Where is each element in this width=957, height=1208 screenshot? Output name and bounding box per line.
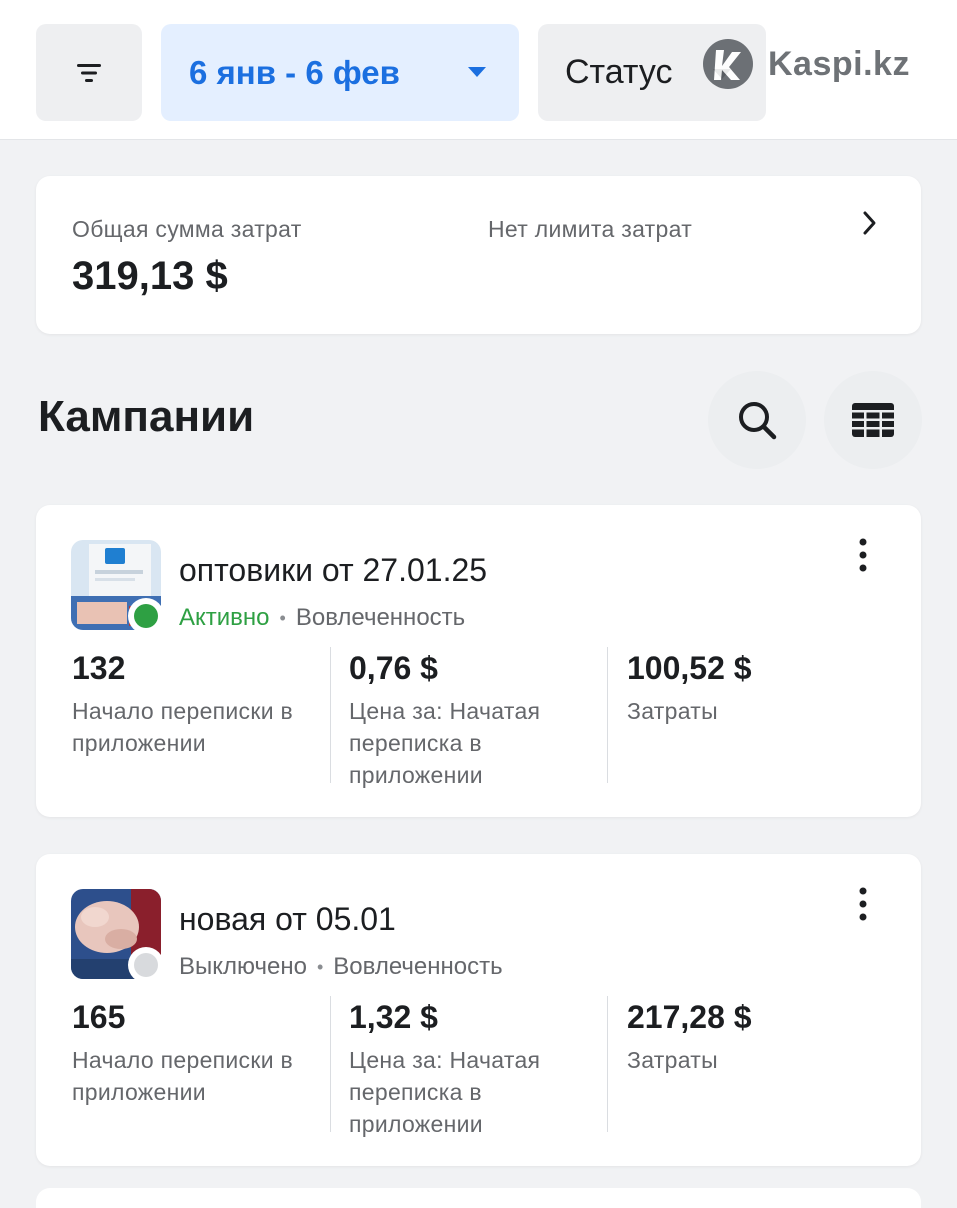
filter-bar: 6 янв - 6 фев Статус Kaspi.kz (0, 0, 957, 140)
status-dot (134, 953, 158, 977)
metric-label: Цена за: Начатая переписка в приложении (349, 1047, 541, 1137)
date-range-dropdown[interactable]: 6 янв - 6 фев (161, 24, 519, 121)
caret-down-icon (468, 67, 486, 77)
table-icon (852, 403, 894, 437)
metric-spend: 217,28 $ Затраты (627, 999, 877, 1076)
spend-summary-card[interactable]: Общая сумма затрат 319,13 $ Нет лимита з… (36, 176, 921, 334)
status-indicator (128, 947, 164, 983)
metric-cost-per-result: 0,76 $ Цена за: Начатая переписка в прил… (349, 650, 599, 791)
campaign-name[interactable]: оптовики от 27.01.25 (179, 552, 487, 589)
metric-label: Начало переписки в приложении (72, 698, 294, 756)
campaign-name[interactable]: новая от 05.01 (179, 901, 396, 938)
metric-divider (330, 647, 331, 783)
search-icon (739, 402, 777, 440)
campaign-status-line: Выключено • Вовлеченность (179, 953, 503, 981)
kaspi-logo-icon (703, 39, 753, 89)
total-spend-label: Общая сумма затрат (72, 216, 302, 242)
campaign-objective: Вовлеченность (295, 604, 466, 631)
spend-limit-label: Нет лимита затрат (488, 216, 693, 242)
status-indicator (128, 598, 164, 634)
metric-conversations: 132 Начало переписки в приложении (72, 650, 322, 759)
metric-value: 1,32 $ (349, 999, 438, 1035)
metric-value: 132 (72, 650, 126, 686)
metric-divider (607, 647, 608, 783)
metric-conversations: 165 Начало переписки в приложении (72, 999, 322, 1108)
table-view-button[interactable] (824, 371, 922, 469)
metric-value: 217,28 $ (627, 999, 752, 1035)
more-options-icon[interactable] (848, 884, 878, 924)
campaign-state: Активно (179, 604, 270, 631)
total-spend-value: 319,13 $ (72, 254, 228, 298)
search-button[interactable] (708, 371, 806, 469)
metric-label: Затраты (627, 1047, 718, 1073)
metric-label: Начало переписки в приложении (72, 1047, 294, 1105)
status-dropdown-label: Статус (565, 53, 673, 91)
metric-spend: 100,52 $ Затраты (627, 650, 877, 727)
chevron-right-icon[interactable] (862, 210, 878, 236)
campaign-status-line: Активно • Вовлеченность (179, 604, 465, 632)
metric-label: Цена за: Начатая переписка в приложении (349, 698, 541, 788)
watermark-text: Kaspi.kz (768, 44, 910, 83)
campaign-state: Выключено (179, 953, 307, 980)
watermark: Kaspi.kz (702, 38, 910, 90)
filter-button[interactable] (36, 24, 142, 121)
metric-label: Затраты (627, 698, 718, 724)
status-dot (134, 604, 158, 628)
campaign-objective: Вовлеченность (333, 953, 503, 980)
next-card-edge (36, 1188, 921, 1208)
campaign-card[interactable]: оптовики от 27.01.25 Активно • Вовлеченн… (36, 505, 921, 817)
metric-cost-per-result: 1,32 $ Цена за: Начатая переписка в прил… (349, 999, 599, 1140)
metric-value: 100,52 $ (627, 650, 752, 686)
date-range-label: 6 янв - 6 фев (189, 53, 400, 91)
separator-dot: • (316, 956, 324, 977)
metric-divider (330, 996, 331, 1132)
separator-dot: • (279, 607, 286, 628)
campaigns-title: Кампании (38, 392, 255, 441)
campaign-card[interactable]: новая от 05.01 Выключено • Вовлеченность… (36, 854, 921, 1166)
metric-value: 0,76 $ (349, 650, 438, 686)
metric-divider (607, 996, 608, 1132)
filter-lines-icon (77, 63, 101, 82)
metric-value: 165 (72, 999, 126, 1035)
more-options-icon[interactable] (848, 535, 878, 575)
